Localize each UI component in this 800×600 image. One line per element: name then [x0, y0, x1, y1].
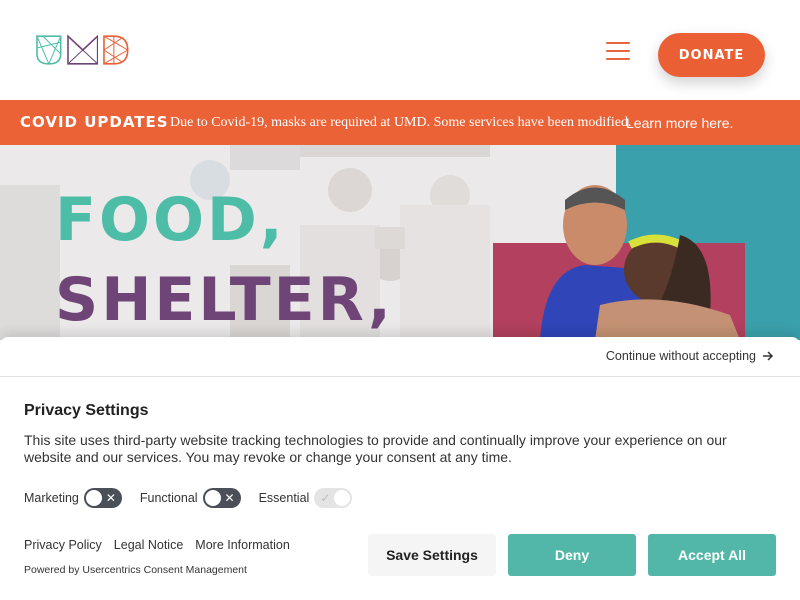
privacy-policy-link[interactable]: Privacy Policy: [24, 538, 102, 552]
accept-all-button[interactable]: Accept All: [648, 534, 776, 576]
covid-banner: COVID UPDATES Due to Covid-19, masks are…: [0, 100, 800, 145]
toggle-label: Marketing: [24, 491, 79, 505]
covid-banner-message: Due to Covid-19, masks are required at U…: [170, 115, 632, 130]
hamburger-menu-icon[interactable]: [604, 40, 632, 62]
essential-toggle: ✓: [314, 488, 353, 508]
covid-banner-title: COVID UPDATES: [20, 113, 169, 131]
functional-toggle[interactable]: ✕: [202, 488, 241, 508]
consent-links: Privacy Policy Legal Notice More Informa…: [24, 538, 290, 552]
marketing-toggle[interactable]: ✕: [83, 488, 122, 508]
toggle-group-essential: Essential ✓: [259, 488, 353, 508]
toggle-group-marketing: Marketing ✕: [24, 488, 122, 508]
logo-d-icon: [103, 35, 130, 65]
hero-headline-food: FOOD,: [55, 185, 286, 255]
toggle-group-functional: Functional ✕: [140, 488, 241, 508]
powered-by-text: Powered by Usercentrics Consent Manageme…: [24, 564, 247, 576]
deny-button[interactable]: Deny: [508, 534, 636, 576]
logo-u-icon: [36, 35, 62, 65]
donate-button[interactable]: DONATE: [658, 33, 765, 77]
privacy-settings-title: Privacy Settings: [24, 402, 149, 419]
continue-label: Continue without accepting: [605, 349, 756, 363]
arrow-right-icon: [763, 351, 774, 361]
save-settings-button[interactable]: Save Settings: [368, 534, 496, 576]
privacy-description: This site uses third-party website track…: [24, 432, 727, 465]
continue-without-accepting-link[interactable]: Continue without accepting: [606, 349, 774, 363]
continue-row: Continue without accepting: [0, 337, 800, 377]
site-header: DONATE: [0, 0, 800, 100]
consent-toggles: Marketing ✕ Functional ✕ Essential ✓: [24, 488, 370, 508]
covid-learn-more-link[interactable]: Learn more here.: [626, 115, 733, 131]
toggle-label: Essential: [258, 491, 310, 505]
umd-logo[interactable]: [35, 34, 130, 66]
x-icon: ✕: [224, 491, 235, 505]
check-icon: ✓: [320, 491, 331, 505]
legal-notice-link[interactable]: Legal Notice: [114, 538, 184, 552]
x-icon: ✕: [105, 491, 116, 505]
hero-hug-photo: [540, 185, 740, 340]
more-information-link[interactable]: More Information: [195, 538, 289, 552]
logo-m-icon: [66, 34, 99, 65]
cookie-consent-panel: Continue without accepting Privacy Setti…: [0, 337, 800, 600]
toggle-label: Functional: [139, 491, 198, 505]
hero-headline-shelter: SHELTER,: [55, 265, 394, 335]
hero-section: FOOD, SHELTER,: [0, 145, 800, 340]
